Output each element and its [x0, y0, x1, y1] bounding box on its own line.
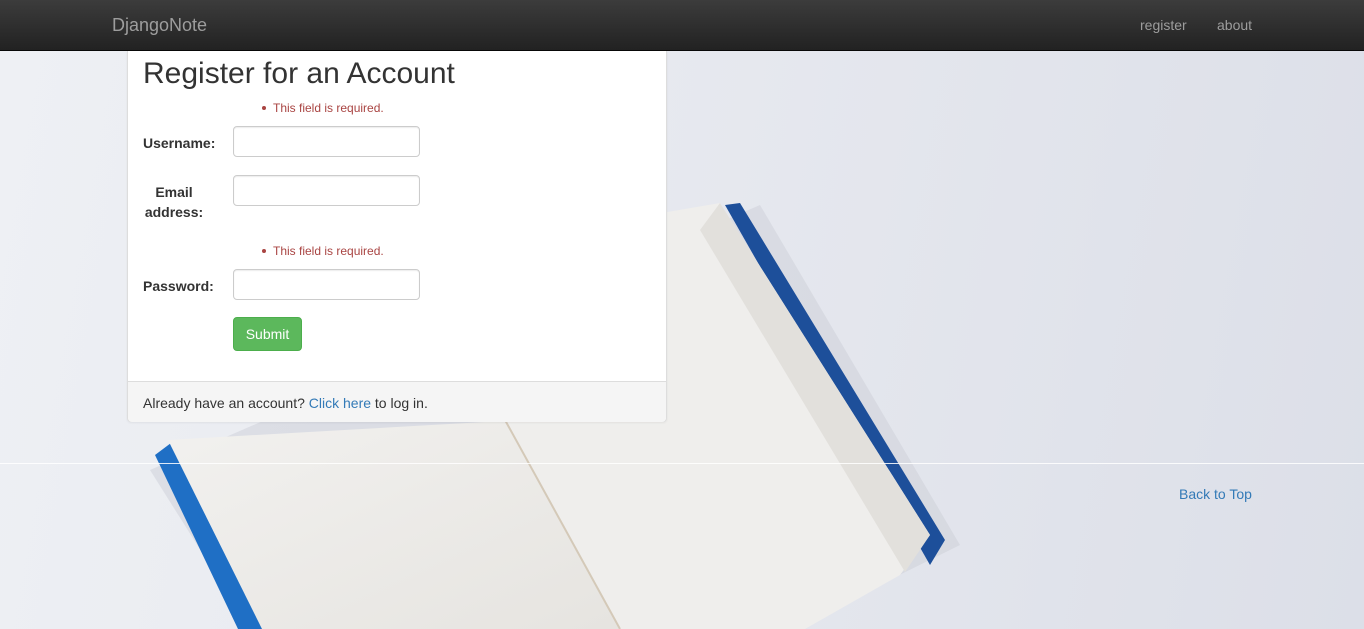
password-input[interactable] [233, 269, 420, 300]
email-label: Email address: [143, 182, 205, 222]
nav-about-link[interactable]: about [1217, 17, 1252, 33]
password-error-text: This field is required. [273, 244, 384, 258]
password-label: Password: [143, 278, 214, 294]
back-to-top-link[interactable]: Back to Top [1179, 486, 1252, 502]
login-prompt: Already have an account? Click here to l… [143, 395, 428, 411]
submit-button[interactable]: Submit [233, 317, 302, 351]
username-error: This field is required. [262, 101, 384, 115]
email-label-line1: Email [155, 184, 193, 200]
footer-divider [0, 463, 1364, 464]
bullet-icon [262, 105, 266, 110]
email-input[interactable] [233, 175, 420, 206]
password-error: This field is required. [262, 244, 384, 258]
username-label: Username: [143, 135, 216, 151]
page-title: Register for an Account [143, 57, 455, 90]
login-prompt-prefix: Already have an account? [143, 395, 305, 411]
nav-register-link[interactable]: register [1140, 17, 1187, 33]
username-input[interactable] [233, 126, 420, 157]
login-prompt-suffix: to log in. [374, 395, 428, 411]
brand-link[interactable]: DjangoNote [112, 15, 207, 36]
login-link[interactable]: Click here [309, 395, 371, 411]
top-navbar: DjangoNote register about [0, 0, 1364, 51]
register-panel: Register for an Account This field is re… [127, 51, 667, 422]
bullet-icon [262, 248, 266, 253]
panel-footer: Already have an account? Click here to l… [128, 381, 666, 422]
username-error-text: This field is required. [273, 101, 384, 115]
email-label-line2: address: [144, 204, 204, 220]
